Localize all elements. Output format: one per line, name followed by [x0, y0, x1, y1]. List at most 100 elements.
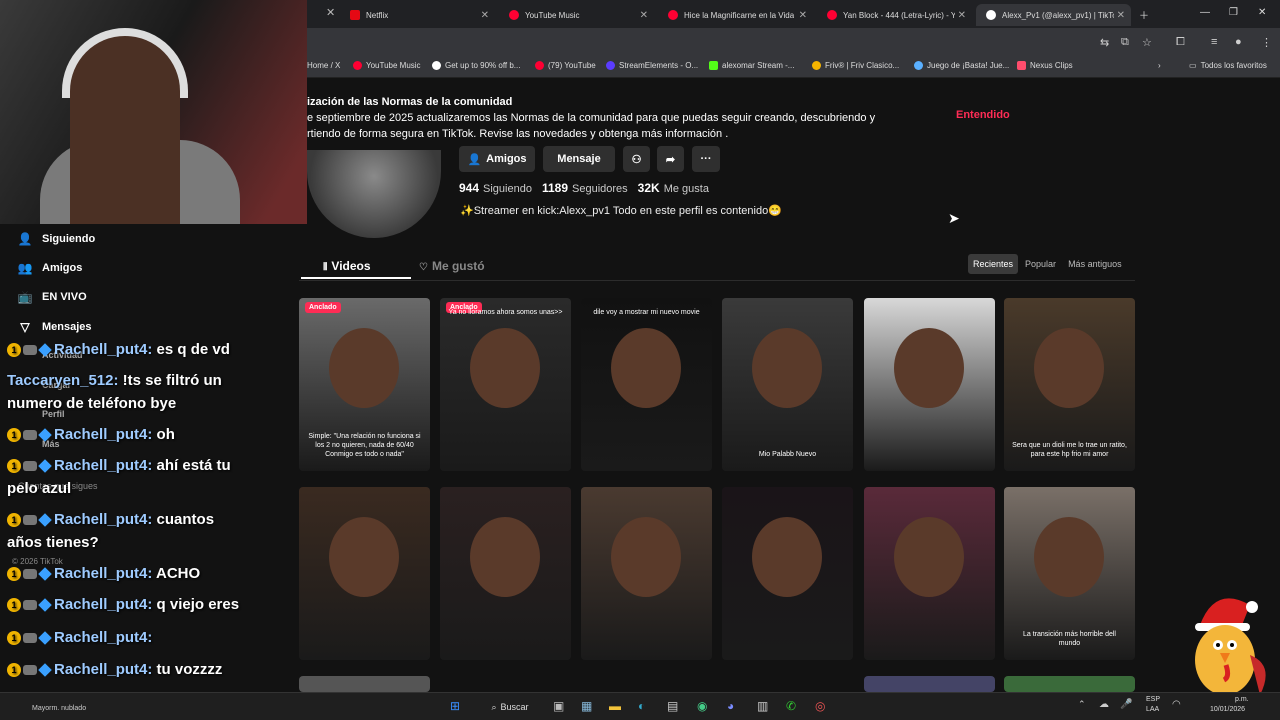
- bookmark-x[interactable]: Home / X: [307, 61, 340, 70]
- video-thumbnail[interactable]: [864, 298, 995, 471]
- close-tab-icon[interactable]: ✕: [1117, 10, 1125, 21]
- task-view-icon[interactable]: ▣: [553, 699, 564, 713]
- chat-username: Rachell_put4:: [54, 596, 153, 613]
- video-thumbnail[interactable]: Anclado Simple: "Una relación no funciona…: [299, 298, 430, 471]
- video-thumbnail[interactable]: [440, 487, 571, 660]
- follow-user-icon[interactable]: ⚇: [623, 146, 650, 172]
- friends-button[interactable]: 👤 Amigos: [459, 146, 535, 172]
- sort-oldest[interactable]: Más antiguos: [1063, 254, 1127, 274]
- obs-icon[interactable]: ▥: [757, 699, 768, 713]
- cast-icon[interactable]: ⧉: [1121, 36, 1129, 49]
- discord-icon[interactable]: ◕: [727, 699, 734, 713]
- sort-recent[interactable]: Recientes: [968, 254, 1019, 274]
- video-thumbnail[interactable]: [864, 487, 995, 660]
- sidebar-item-live[interactable]: 📺 EN VIVO: [17, 290, 87, 304]
- bookmark-star-icon[interactable]: ☆: [1142, 36, 1152, 49]
- bookmark-youtube-music[interactable]: YouTube Music: [353, 61, 421, 70]
- netflix-icon: [350, 10, 360, 20]
- sidebar-item-friends[interactable]: 👥 Amigos: [17, 261, 83, 275]
- sort-popular[interactable]: Popular: [1020, 254, 1061, 274]
- widgets-icon[interactable]: ▦: [581, 699, 592, 713]
- more-options-icon[interactable]: ···: [692, 146, 720, 172]
- close-tab-icon[interactable]: ✕: [799, 10, 807, 21]
- bookmarks-overflow-icon[interactable]: ›: [1158, 61, 1161, 70]
- clock-date[interactable]: 10/01/2026: [1210, 706, 1245, 713]
- message-button[interactable]: Mensaje: [543, 146, 615, 172]
- video-thumbnail[interactable]: Mio Palabb Nuevo: [722, 298, 853, 471]
- share-icon[interactable]: ➦: [657, 146, 684, 172]
- close-tab-icon[interactable]: ✕: [640, 10, 648, 21]
- translate-icon[interactable]: ⇆: [1100, 36, 1109, 49]
- video-thumbnail[interactable]: [299, 487, 430, 660]
- followers-stat[interactable]: 1189 Seguidores: [542, 181, 628, 195]
- menu-icon[interactable]: ⋮: [1261, 36, 1272, 49]
- wifi-icon[interactable]: ◠: [1172, 699, 1181, 710]
- whatsapp-icon[interactable]: ✆: [786, 699, 796, 713]
- video-thumbnail[interactable]: [581, 487, 712, 660]
- bookmark-label: Get up to 90% off b...: [445, 61, 521, 70]
- thumbnail-person: [470, 517, 540, 597]
- media-icon[interactable]: ≡: [1211, 36, 1217, 48]
- bookmark-deal[interactable]: Get up to 90% off b...: [432, 61, 520, 70]
- tab-youtube-music[interactable]: YouTube Music ✕: [499, 4, 654, 26]
- sidebar-item-following[interactable]: 👤 Siguiendo: [17, 232, 96, 246]
- close-tab-icon[interactable]: ✕: [326, 6, 335, 19]
- new-tab-icon[interactable]: ＋: [1139, 7, 1149, 22]
- bookmark-youtube[interactable]: (79) YouTube: [535, 61, 596, 70]
- tray-overflow-icon[interactable]: ⌃: [1078, 699, 1086, 710]
- cloud-icon[interactable]: ☁: [1099, 699, 1109, 710]
- video-thumbnail[interactable]: Sera que un dioli me lo trae un ratito, …: [1004, 298, 1135, 471]
- thumbnail-person: [611, 517, 681, 597]
- close-tab-icon[interactable]: ✕: [958, 10, 966, 21]
- video-thumbnail[interactable]: [864, 676, 995, 692]
- tab-netflix[interactable]: Netflix ✕: [340, 4, 495, 26]
- clock-time[interactable]: p.m.: [1235, 696, 1249, 703]
- mouse-cursor-icon: ➤: [948, 210, 960, 226]
- sidebar-item-messages[interactable]: ▽ Mensajes: [17, 320, 91, 334]
- following-label: Siguiendo: [483, 183, 532, 195]
- edge-icon[interactable]: ◐: [638, 699, 645, 713]
- app-icon[interactable]: ◎: [815, 699, 825, 713]
- video-thumbnail[interactable]: [1004, 676, 1135, 692]
- windows-start-icon[interactable]: ⊞: [450, 699, 460, 713]
- close-window-icon[interactable]: ✕: [1258, 7, 1266, 18]
- bookmark-kick[interactable]: alexomar Stream -...: [709, 61, 794, 70]
- tab-youtube-video-1[interactable]: Hice la Magnificarne en la Vida ✕: [658, 4, 813, 26]
- following-stat[interactable]: 944 Siguiendo: [459, 181, 532, 195]
- tab-tiktok-active[interactable]: Alexx_Pv1 (@alexx_pv1) | TikTok ✕: [976, 4, 1131, 26]
- store-icon[interactable]: ▤: [667, 699, 678, 713]
- profile-icon[interactable]: ●: [1235, 36, 1242, 48]
- microphone-icon[interactable]: 🎤: [1120, 699, 1132, 710]
- video-thumbnail[interactable]: [299, 676, 430, 692]
- video-thumbnail[interactable]: [722, 487, 853, 660]
- extensions-icon[interactable]: ⧠: [1176, 36, 1185, 49]
- bookmark-nexus-clips[interactable]: Nexus Clips: [1017, 61, 1073, 70]
- gem-badge-icon: [38, 567, 52, 581]
- close-tab-icon[interactable]: ✕: [481, 10, 489, 21]
- globe-icon: [914, 61, 923, 70]
- video-thumbnail[interactable]: La transición más horrible dell mundo: [1004, 487, 1135, 660]
- language-code[interactable]: ESP: [1146, 696, 1160, 703]
- bookmark-icon: [432, 61, 441, 70]
- taskbar-search[interactable]: ⌕ Buscar: [480, 697, 540, 717]
- tab-liked[interactable]: ♡ Me gustó: [419, 259, 485, 273]
- tab-youtube-video-2[interactable]: Yan Block - 444 (Letra-Lyric) - Y ✕: [817, 4, 972, 26]
- notice-dismiss-button[interactable]: Entendido: [956, 109, 1010, 121]
- bookmark-basta[interactable]: Juego de ¡Basta! Jue...: [914, 61, 1009, 70]
- bookmark-friv[interactable]: Friv® | Friv Clasico...: [812, 61, 899, 70]
- friv-icon: [812, 61, 821, 70]
- file-explorer-icon[interactable]: ▬: [609, 699, 621, 713]
- video-thumbnail[interactable]: dile voy a mostrar mi nuevo movie: [581, 298, 712, 471]
- maximize-icon[interactable]: ❐: [1229, 7, 1238, 18]
- bookmark-streamelements[interactable]: StreamElements - O...: [606, 61, 698, 70]
- video-thumbnail[interactable]: Anclado Ya no lloramos ahora somos unas>>: [440, 298, 571, 471]
- minimize-icon[interactable]: —: [1200, 7, 1210, 18]
- keyboard-layout[interactable]: LAA: [1146, 706, 1159, 713]
- all-bookmarks[interactable]: ▭ Todos los favoritos: [1189, 61, 1267, 70]
- tab-videos[interactable]: ⦀ Videos: [301, 259, 410, 279]
- youtube-icon: [668, 10, 678, 20]
- chat-message: 1 Rachell_put4: oh: [7, 426, 175, 443]
- thumbnail-person: [329, 328, 399, 408]
- sidebar-item-label: Amigos: [42, 262, 83, 274]
- chrome-icon[interactable]: ◉: [697, 699, 707, 713]
